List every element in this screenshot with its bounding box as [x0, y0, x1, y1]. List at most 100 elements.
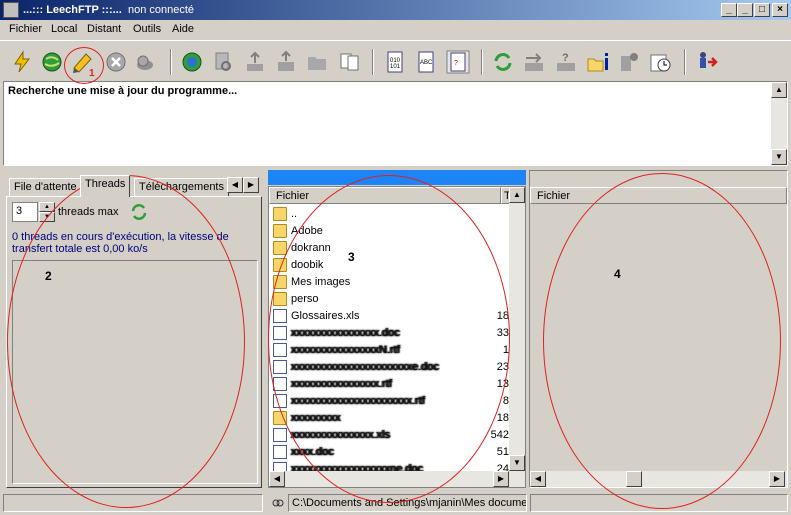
scroll-thumb[interactable] [626, 471, 642, 487]
copy-icon[interactable] [338, 50, 362, 74]
menu-aide[interactable]: Aide [172, 23, 194, 35]
file-name: xxxxxxxxxxxxxxxxxxxxxxe.doc [291, 361, 439, 373]
stepper-down-icon[interactable]: ▼ [39, 212, 55, 222]
maximize-button[interactable]: □ [754, 3, 770, 17]
upload-icon[interactable] [243, 50, 267, 74]
scroll-right-icon[interactable]: ▶ [493, 471, 509, 487]
file-row[interactable]: xxxx.doc 51 [271, 444, 509, 461]
upload-stack-icon[interactable] [274, 50, 298, 74]
file-row[interactable]: xxxxxxxxxxxxxxxxN.rtf 1 [271, 342, 509, 359]
scroll-left-icon[interactable]: ◀ [530, 471, 546, 487]
folder-row[interactable]: perso [271, 291, 509, 308]
threads-max-input[interactable]: 3 [12, 202, 38, 222]
annotation-number-2: 2 [45, 269, 52, 283]
stepper-up-icon[interactable]: ▲ [39, 202, 55, 212]
file-row[interactable]: Glossaires.xls 18 [271, 308, 509, 325]
log-panel: Recherche une mise à jour du programme..… [3, 81, 788, 166]
file-size: 51 [496, 446, 509, 458]
file-list-vscrollbar[interactable]: ▲ ▼ [509, 187, 525, 471]
column-header-fichier[interactable]: Fichier [269, 187, 501, 204]
scroll-down-icon[interactable]: ▼ [509, 455, 525, 471]
log-scrollbar[interactable]: ▲ ▼ [771, 82, 787, 165]
file-size: 542 [490, 429, 509, 441]
sync-icon[interactable] [491, 50, 515, 74]
toolbar: 010 101 ABC ? ? [0, 40, 791, 80]
svg-text:ABC: ABC [420, 60, 433, 66]
schedule-icon[interactable] [648, 50, 672, 74]
svg-text:?: ? [454, 60, 458, 67]
tab-file-attente[interactable]: File d'attente [9, 178, 82, 196]
snail-icon[interactable] [133, 50, 157, 74]
file-name: Adobe [291, 225, 323, 237]
threads-stepper[interactable]: ▲ ▼ [39, 202, 55, 222]
folder-row[interactable]: .. [271, 206, 509, 223]
file-list-hscrollbar[interactable]: ◀ ▶ [269, 471, 525, 487]
connection-status: non connecté [128, 4, 195, 16]
transfer-icon[interactable] [522, 50, 546, 74]
refresh-threads-icon[interactable] [130, 203, 148, 221]
globe-icon[interactable] [40, 50, 64, 74]
tab-telechargements[interactable]: Téléchargements [134, 178, 229, 196]
local-file-list[interactable]: Fichier T .. Adobe dokrann doobik Mes images… [268, 186, 526, 488]
folder-icon [273, 258, 287, 272]
folder-row[interactable]: Mes images [271, 274, 509, 291]
file-row[interactable]: xxxxxxxxxxxxxxxxxxxxxx.rtf 8 [271, 393, 509, 410]
question-icon[interactable]: ? [554, 50, 578, 74]
stop-icon[interactable] [104, 50, 128, 74]
folder-icon [273, 224, 287, 238]
exit-icon[interactable] [694, 50, 718, 74]
annotation-number-1: 1 [89, 68, 95, 79]
folder-row[interactable]: doobik [271, 257, 509, 274]
scroll-up-icon[interactable]: ▲ [509, 187, 525, 203]
file-name: xxxxxxxxxxxxxxxxN.rtf [291, 344, 400, 356]
tab-scroll-right-icon[interactable]: ▶ [243, 177, 259, 193]
toolbar-separator [481, 49, 483, 75]
scroll-up-icon[interactable]: ▲ [771, 82, 787, 98]
file-row[interactable]: xxxxxxxxxxxxxxx.xls 542 [271, 427, 509, 444]
tab-scroll-left-icon[interactable]: ◀ [227, 177, 243, 193]
folder-row[interactable]: dokrann [271, 240, 509, 257]
menu-local[interactable]: Local [51, 23, 77, 35]
document-icon [273, 445, 287, 459]
toolbar-separator [170, 49, 172, 75]
lightning-icon[interactable] [10, 50, 34, 74]
file-row[interactable]: xxxxxxxxxxxxxxxx.rtf 13 [271, 376, 509, 393]
document-icon [273, 326, 287, 340]
folder-icon [273, 411, 287, 425]
document-icon [273, 309, 287, 323]
local-path: C:\Documents and Settings\mjanin\Mes doc… [288, 494, 527, 512]
scroll-right-icon[interactable]: ▶ [769, 471, 785, 487]
file-row[interactable]: xxxxxxxxxxxxxxxx.doc 33 [271, 325, 509, 342]
thread-status-text: 0 threads en cours d'exécution, la vites… [12, 231, 229, 255]
file-row[interactable]: xxxxxxxxxxxxxxxxxxxxxxe.doc 23 [271, 359, 509, 376]
info-icon[interactable] [617, 50, 641, 74]
file-name: xxxxxxxxxxxxxxxx.rtf [291, 378, 392, 390]
thread-list[interactable] [12, 260, 258, 484]
close-button[interactable]: × [772, 3, 788, 17]
folder-info-icon[interactable] [586, 50, 610, 74]
menu-distant[interactable]: Distant [87, 23, 121, 35]
file-search-icon[interactable] [211, 50, 235, 74]
menu-outils[interactable]: Outils [133, 23, 161, 35]
auto-mode-icon[interactable]: ? [446, 50, 470, 74]
local-files-panel: Fichier T .. Adobe dokrann doobik Mes images… [268, 170, 526, 488]
remote-files-panel[interactable]: Fichier ◀ ▶ [529, 170, 788, 488]
scroll-down-icon[interactable]: ▼ [771, 149, 787, 165]
binary-icon[interactable]: 010101 [383, 50, 407, 74]
status-right [530, 494, 788, 512]
tab-threads[interactable]: Threads [80, 175, 131, 197]
menu-fichier[interactable]: Fichier [9, 23, 42, 35]
folder-row[interactable]: xxxxxxxxx 18 [271, 410, 509, 427]
scroll-left-icon[interactable]: ◀ [269, 471, 285, 487]
minimize-button[interactable]: _ [721, 3, 737, 17]
file-size: 23 [496, 361, 509, 373]
ascii-icon[interactable]: ABC [414, 50, 438, 74]
folder-row[interactable]: Adobe [271, 223, 509, 240]
restore-button[interactable]: _ [737, 3, 753, 17]
globe-refresh-icon[interactable] [180, 50, 204, 74]
remote-column-fichier[interactable]: Fichier [530, 187, 787, 204]
remote-hscrollbar[interactable]: ◀ ▶ [530, 471, 787, 487]
document-icon [273, 428, 287, 442]
threads-panel: File d'attente Threads Téléchargements ◀… [3, 170, 263, 488]
folder-icon[interactable] [305, 50, 329, 74]
